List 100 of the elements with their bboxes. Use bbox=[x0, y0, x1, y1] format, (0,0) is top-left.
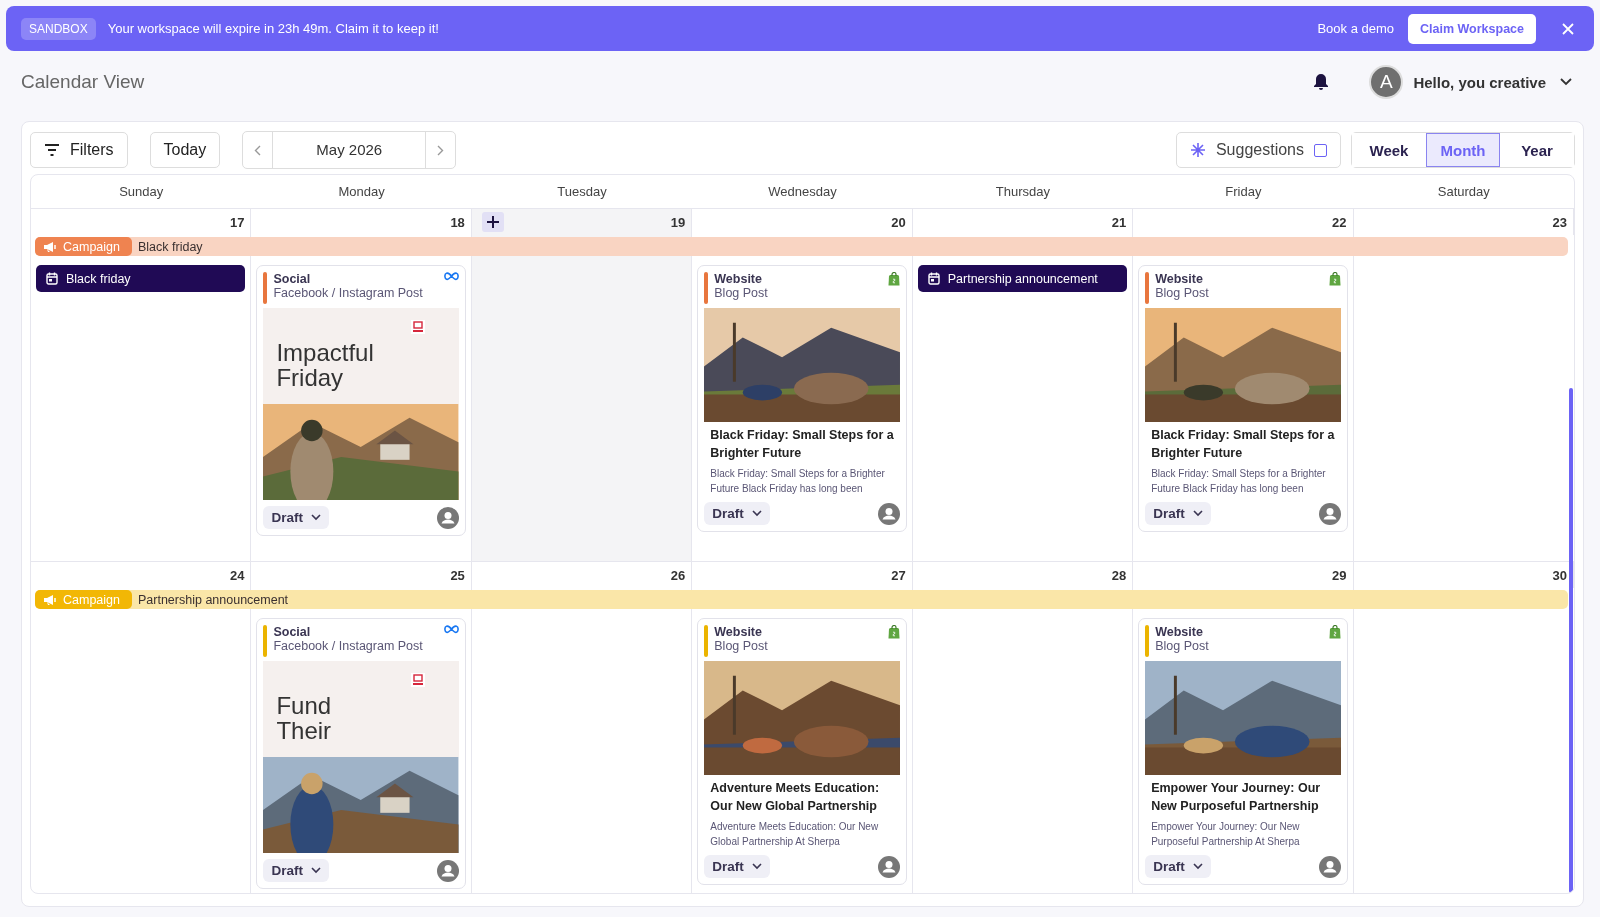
shopping-bag-icon bbox=[887, 272, 900, 286]
campaign-badge: Campaign bbox=[35, 237, 132, 256]
date-number: 28 bbox=[1111, 567, 1127, 583]
scrollbar[interactable] bbox=[1569, 388, 1573, 893]
date-number: 27 bbox=[891, 567, 906, 583]
status-dropdown[interactable]: Draft bbox=[704, 855, 770, 878]
period-label: May 2026 bbox=[272, 132, 427, 168]
shopping-bag-icon bbox=[1328, 625, 1341, 639]
date-number: 23 bbox=[1552, 214, 1567, 230]
campaign-bar[interactable]: Campaign Black friday bbox=[35, 237, 1568, 256]
status-dropdown[interactable]: Draft bbox=[1145, 855, 1211, 878]
post-card[interactable]: Website Blog Post Black Friday: Small Steps for a Brighter Future Black Friday: Small Steps for a Brighter Future Black Friday has long been Draft bbox=[697, 265, 907, 532]
status-dropdown[interactable]: Draft bbox=[263, 506, 329, 529]
shopping-bag-icon bbox=[1328, 272, 1341, 286]
post-excerpt: Black Friday: Small Steps for a Brighter Future Black Friday has long been bbox=[1150, 467, 1327, 496]
logo-icon bbox=[410, 320, 425, 334]
book-demo-link[interactable]: Book a demo bbox=[1317, 21, 1394, 36]
chevron-down-icon bbox=[1192, 510, 1203, 517]
date-number: 30 bbox=[1552, 567, 1567, 583]
chevron-right-icon bbox=[437, 144, 445, 156]
weekday-header: Tuesday bbox=[556, 184, 608, 199]
post-excerpt: Adventure Meets Education: Our New Global Partnership At Sherpa bbox=[709, 820, 880, 849]
highlighted-day-cell[interactable] bbox=[471, 235, 693, 561]
user-greeting[interactable]: Hello, you creative bbox=[1413, 73, 1546, 91]
suggestions-toggle[interactable]: Suggestions bbox=[1175, 132, 1341, 168]
view-tab[interactable]: Month bbox=[1426, 133, 1500, 167]
date-number: 18 bbox=[450, 214, 465, 230]
chevron-down-icon bbox=[310, 514, 321, 521]
filters-button[interactable]: Filters bbox=[30, 132, 128, 168]
status-dropdown[interactable]: Draft bbox=[1145, 502, 1211, 525]
date-number: 25 bbox=[450, 567, 465, 583]
person-avatar-icon[interactable] bbox=[877, 855, 900, 878]
person-avatar-icon[interactable] bbox=[1318, 502, 1341, 525]
format-label: Blog Post bbox=[1155, 286, 1210, 300]
chevron-down-icon[interactable] bbox=[1560, 78, 1572, 86]
post-card[interactable]: Website Blog Post Black Friday: Small Steps for a Brighter Future Black Friday: Small Steps for a Brighter Future Black Friday has long been Draft bbox=[1138, 265, 1348, 532]
post-title: Black Friday: Small Steps for a Brighter Future bbox=[1150, 427, 1336, 462]
person-avatar-icon[interactable] bbox=[436, 506, 459, 529]
channel-label: Website bbox=[1155, 625, 1204, 639]
event-chip[interactable]: Black friday bbox=[36, 265, 246, 292]
post-title: Black Friday: Small Steps for a Brighter Future bbox=[709, 427, 895, 462]
post-excerpt: Empower Your Journey: Our New Purposeful Partnership At Sherpa bbox=[1150, 820, 1301, 849]
shopping-bag-icon bbox=[887, 625, 900, 639]
post-card[interactable]: Website Blog Post Adventure Meets Education: Our New Global Partnership Adventure Meets Education: Our New Global Partnership At Sherpa Draft bbox=[697, 618, 907, 885]
person-avatar-icon[interactable] bbox=[1318, 855, 1341, 878]
date-number: 20 bbox=[891, 214, 906, 230]
event-label: Black friday bbox=[66, 271, 131, 286]
post-card[interactable]: Social Facebook / Instagram Post Impactful Friday Draft bbox=[256, 265, 466, 536]
sparkle-icon bbox=[1189, 142, 1206, 158]
event-chip[interactable]: Partnership announcement bbox=[917, 265, 1128, 292]
infinity-icon bbox=[443, 625, 459, 634]
close-icon[interactable] bbox=[1562, 22, 1574, 35]
campaign-bar[interactable]: Campaign Partnership announcement bbox=[35, 590, 1568, 609]
date-number: 17 bbox=[229, 214, 245, 230]
chevron-down-icon bbox=[751, 510, 762, 517]
campaign-name: Black friday bbox=[138, 239, 203, 254]
format-label: Blog Post bbox=[714, 639, 769, 653]
weekday-header: Wednesday bbox=[767, 184, 838, 199]
date-number: 19 bbox=[670, 214, 686, 230]
chevron-down-icon bbox=[1192, 863, 1203, 870]
post-card[interactable]: Website Blog Post Empower Your Journey: Our New Purposeful Partnership Empower Your Journey: Our New Purposeful Partnership At Sherpa Draft bbox=[1138, 618, 1348, 885]
date-number: 24 bbox=[229, 567, 245, 583]
calendar-icon bbox=[927, 272, 940, 285]
suggestions-checkbox[interactable] bbox=[1314, 143, 1327, 157]
weekday-header: Monday bbox=[337, 184, 386, 199]
chevron-down-icon bbox=[310, 867, 321, 874]
logo-icon bbox=[410, 673, 425, 687]
filter-icon bbox=[44, 144, 60, 156]
post-title: Empower Your Journey: Our New Purposeful Partnership bbox=[1150, 780, 1322, 815]
post-card[interactable]: Social Facebook / Instagram Post Fund Their Draft bbox=[256, 618, 466, 889]
claim-workspace-button[interactable]: Claim Workspace bbox=[1408, 13, 1536, 44]
channel-label: Website bbox=[1155, 272, 1204, 286]
creative-headline: Impactful Friday bbox=[276, 340, 374, 390]
format-label: Blog Post bbox=[714, 286, 769, 300]
expiry-message: Your workspace will expire in 23h 49m. Claim it to keep it! bbox=[107, 21, 439, 36]
chevron-down-icon bbox=[751, 863, 762, 870]
add-post-icon[interactable] bbox=[481, 212, 504, 232]
weekday-header: Sunday bbox=[118, 184, 165, 199]
event-label: Partnership announcement bbox=[947, 271, 1098, 286]
sandbox-badge: SANDBOX bbox=[21, 17, 96, 40]
channel-label: Social bbox=[273, 625, 312, 639]
channel-label: Social bbox=[273, 272, 312, 286]
page-title: Calendar View bbox=[21, 71, 145, 93]
channel-label: Website bbox=[714, 625, 763, 639]
person-avatar-icon[interactable] bbox=[436, 859, 459, 882]
format-label: Blog Post bbox=[1155, 639, 1210, 653]
weekday-header: Thursday bbox=[994, 184, 1051, 199]
bell-icon[interactable] bbox=[1313, 73, 1330, 91]
creative-headline: Fund Their bbox=[276, 693, 332, 743]
campaign-badge: Campaign bbox=[35, 590, 132, 609]
status-dropdown[interactable]: Draft bbox=[704, 502, 770, 525]
status-dropdown[interactable]: Draft bbox=[263, 859, 329, 882]
today-button[interactable]: Today bbox=[149, 132, 221, 168]
post-excerpt: Black Friday: Small Steps for a Brighter Future Black Friday has long been bbox=[709, 467, 886, 496]
calendar-icon bbox=[46, 272, 58, 285]
infinity-icon bbox=[443, 272, 459, 281]
date-number: 29 bbox=[1332, 567, 1347, 583]
user-avatar[interactable]: A bbox=[1369, 65, 1404, 99]
person-avatar-icon[interactable] bbox=[877, 502, 900, 525]
chevron-left-icon bbox=[254, 144, 262, 156]
